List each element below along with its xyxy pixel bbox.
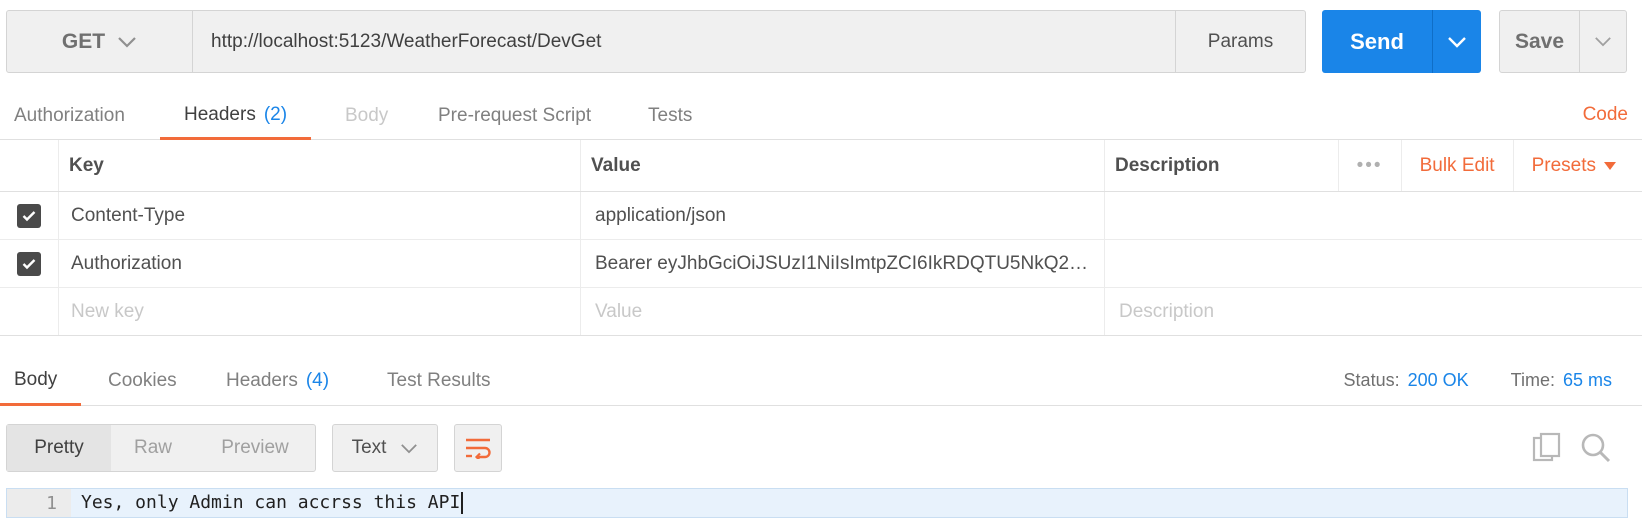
request-bar: GET http://localhost:5123/WeatherForecas… [6,10,1306,73]
tab-response-headers[interactable]: Headers (4) [226,356,329,406]
header-key-cell[interactable]: Authorization [58,240,580,287]
send-button-group: Send [1322,10,1481,73]
tab-tests[interactable]: Tests [648,92,692,140]
params-button[interactable]: Params [1175,11,1305,72]
chevron-down-icon [118,36,136,48]
params-label: Params [1207,30,1274,52]
column-header-value: Value [580,140,1104,191]
row-checkbox[interactable] [17,203,41,228]
request-tabs: Authorization Headers (2) Body Pre-reques… [0,92,1642,140]
bulk-edit-button[interactable]: Bulk Edit [1400,140,1513,191]
format-label: Text [351,437,387,458]
tab-body[interactable]: Body [345,92,388,140]
tab-authorization[interactable]: Authorization [14,92,125,140]
response-body-editor[interactable]: 1 Yes, only Admin can accrss this API [6,488,1628,518]
method-select[interactable]: GET [7,11,193,72]
table-tools: ••• Bulk Edit Presets [1337,140,1642,191]
header-description-cell[interactable] [1104,192,1642,239]
tab-count-badge: (2) [263,103,288,125]
table-row: Content-Type application/json [0,192,1642,240]
tab-label: Headers [226,370,298,391]
tab-label: Authorization [14,105,125,126]
tab-count-badge: (4) [305,370,330,391]
column-header-description: Description ••• Bulk Edit Presets [1104,140,1642,191]
headers-table: Key Value Description ••• Bulk Edit Pres… [0,140,1642,336]
tab-label: Body [14,368,58,390]
status-label: Status: [1343,369,1400,390]
row-check-cell [0,288,58,335]
method-label: GET [61,29,106,53]
status-value: 200 OK [1407,369,1469,390]
tab-label: Pre-request Script [438,105,592,126]
tab-label: Test Results [387,370,491,391]
presets-button[interactable]: Presets [1512,140,1642,191]
save-options-button[interactable] [1580,11,1626,72]
response-text: Yes, only Admin can accrss this API [71,492,464,514]
response-meta: Status: 200 OK Time: 65 ms [1344,362,1612,398]
time-label: Time: [1510,369,1555,390]
search-icon[interactable] [1580,432,1612,469]
save-label: Save [1514,29,1565,53]
more-options-icon[interactable]: ••• [1337,140,1401,191]
tab-label: Headers [184,103,256,125]
time-value: 65 ms [1562,369,1612,390]
new-description-input[interactable]: Description [1104,288,1642,335]
text-cursor [461,492,464,514]
view-preview-button[interactable]: Preview [195,425,315,471]
view-pretty-button[interactable]: Pretty [7,425,111,471]
table-row: Authorization Bearer eyJhbGciOiJSUzI1NiI… [0,240,1642,288]
wrap-lines-icon [466,438,491,459]
tab-label: Cookies [108,370,177,391]
tab-label: Body [345,105,389,126]
send-options-button[interactable] [1432,10,1481,73]
send-button[interactable]: Send [1322,10,1432,73]
url-text: http://localhost:5123/WeatherForecast/De… [211,30,602,52]
save-button-group: Save [1499,10,1627,73]
column-header-key: Key [58,140,580,191]
tab-headers[interactable]: Headers (2) [160,92,312,140]
checkmark-icon [22,210,36,221]
header-value-cell[interactable]: application/json [580,192,1104,239]
save-button[interactable]: Save [1500,11,1580,72]
checkmark-icon [22,258,36,269]
presets-label: Presets [1531,154,1596,176]
copy-icon[interactable] [1532,432,1562,469]
table-header-row: Key Value Description ••• Bulk Edit Pres… [0,140,1642,192]
tab-pre-request-script[interactable]: Pre-request Script [438,92,591,140]
url-input[interactable]: http://localhost:5123/WeatherForecast/De… [193,11,1175,72]
row-check-cell [0,192,58,239]
tab-response-cookies[interactable]: Cookies [108,356,177,406]
tab-response-body[interactable]: Body [0,356,82,406]
column-header-description-label: Description [1115,154,1220,176]
new-value-input[interactable]: Value [580,288,1104,335]
row-checkbox[interactable] [17,251,41,276]
response-text-content: Yes, only Admin can accrss this API [81,492,461,513]
line-number: 1 [7,489,71,517]
header-check-cell [0,140,58,191]
tab-label: Tests [648,105,693,126]
chevron-down-icon [1448,36,1466,48]
tab-response-test-results[interactable]: Test Results [387,356,490,406]
header-key-cell[interactable]: Content-Type [58,192,580,239]
wrap-lines-button[interactable] [454,424,502,472]
view-mode-group: Pretty Raw Preview [6,424,316,472]
chevron-down-icon [401,443,418,453]
caret-down-icon [1604,161,1616,170]
format-select[interactable]: Text [332,424,438,472]
new-key-input[interactable]: New key [58,288,580,335]
header-description-cell[interactable] [1104,240,1642,287]
header-value-cell[interactable]: Bearer eyJhbGciOiJSUzI1NiIsImtpZCI6IkRDQ… [580,240,1104,287]
send-label: Send [1350,28,1404,54]
view-raw-button[interactable]: Raw [111,425,195,471]
row-check-cell [0,240,58,287]
code-link[interactable]: Code [1583,104,1628,126]
new-header-row: New key Value Description [0,288,1642,336]
chevron-down-icon [1595,37,1611,47]
